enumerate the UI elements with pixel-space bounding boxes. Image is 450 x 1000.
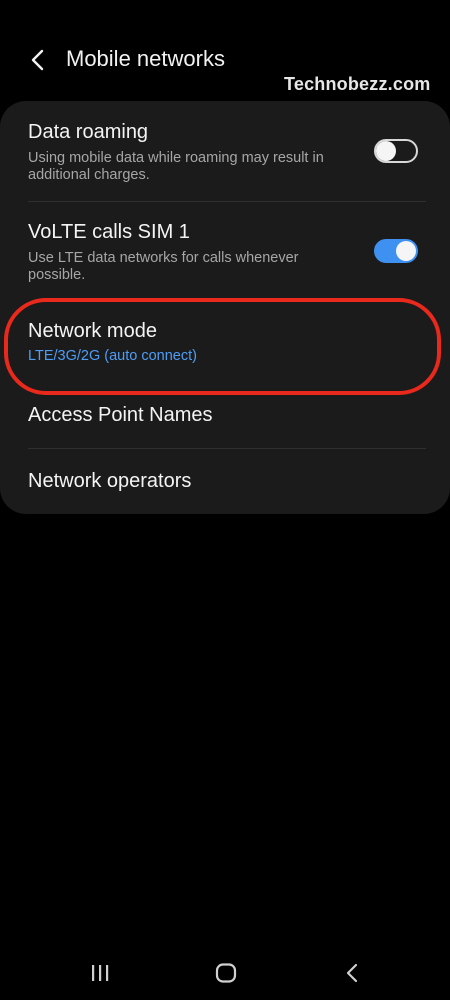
network-mode-value: LTE/3G/2G (auto connect) xyxy=(28,348,197,364)
data-roaming-row[interactable]: Data roaming Using mobile data while roa… xyxy=(0,101,450,201)
volte-toggle[interactable] xyxy=(374,239,418,263)
volte-row[interactable]: VoLTE calls SIM 1 Use LTE data networks … xyxy=(0,202,450,300)
access-point-names-title: Access Point Names xyxy=(28,404,213,426)
home-icon xyxy=(215,963,237,983)
watermark: Technobezz.com xyxy=(284,74,431,94)
volte-subtitle: Use LTE data networks for calls whenever… xyxy=(28,250,299,283)
network-mode-title: Network mode xyxy=(28,320,157,342)
settings-card: Data roaming Using mobile data while roa… xyxy=(0,101,450,514)
network-operators-row[interactable]: Network operators xyxy=(0,449,450,514)
toggle-knob xyxy=(376,141,396,161)
nav-back-button[interactable] xyxy=(332,958,372,988)
app-bar: Mobile networks Technobezz.com xyxy=(0,0,450,100)
volte-title: VoLTE calls SIM 1 xyxy=(28,221,190,243)
data-roaming-subtitle: Using mobile data while roaming may resu… xyxy=(28,150,324,183)
access-point-names-row[interactable]: Access Point Names xyxy=(0,385,450,447)
back-button[interactable] xyxy=(22,44,54,76)
recents-button[interactable] xyxy=(80,958,120,988)
page-title: Mobile networks xyxy=(66,46,225,71)
network-operators-title: Network operators xyxy=(28,470,192,492)
back-nav-icon xyxy=(346,963,358,983)
recents-icon xyxy=(92,965,109,981)
data-roaming-title: Data roaming xyxy=(28,121,149,143)
navigation-bar xyxy=(0,940,450,1000)
home-button[interactable] xyxy=(206,958,246,988)
chevron-left-icon xyxy=(31,49,44,71)
toggle-knob xyxy=(396,241,416,261)
network-mode-row[interactable]: Network mode LTE/3G/2G (auto connect) xyxy=(0,301,450,385)
data-roaming-toggle[interactable] xyxy=(374,139,418,163)
